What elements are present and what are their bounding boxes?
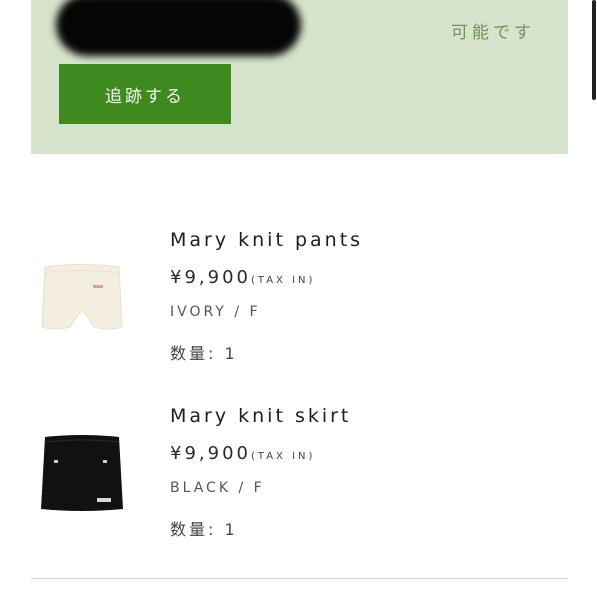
product-name[interactable]: Mary knit pants xyxy=(170,229,363,257)
product-variant: BLACK / F xyxy=(170,480,265,496)
tracking-panel: 可能です 追跡する xyxy=(31,0,568,154)
product-quantity: 数量: 1 xyxy=(170,344,238,363)
scrollbar-thumb[interactable] xyxy=(592,0,596,100)
product-name[interactable]: Mary knit skirt xyxy=(170,405,351,433)
tax-note: (TAX IN) xyxy=(250,451,316,462)
product-item: Mary knit skirt ¥9,900(TAX IN) BLACK / F… xyxy=(31,405,568,545)
product-variant: IVORY / F xyxy=(170,304,261,320)
price-value: ¥9,900 xyxy=(170,443,251,464)
product-quantity: 数量: 1 xyxy=(170,520,238,539)
divider xyxy=(31,578,568,579)
black-skirt-image[interactable] xyxy=(39,433,125,519)
product-info: Mary knit pants ¥9,900(TAX IN) IVORY / F… xyxy=(170,229,363,364)
availability-text: 可能です xyxy=(451,23,535,43)
product-item: Mary knit pants ¥9,900(TAX IN) IVORY / F… xyxy=(31,229,568,369)
ivory-shorts-image[interactable] xyxy=(39,261,125,345)
product-price: ¥9,900(TAX IN) xyxy=(170,267,363,295)
order-page: 可能です 追跡する Mary knit pants ¥9,900(TAX IN)… xyxy=(0,0,597,597)
scrollbar[interactable] xyxy=(591,0,597,597)
product-info: Mary knit skirt ¥9,900(TAX IN) BLACK / F… xyxy=(170,405,351,540)
redacted-text xyxy=(56,0,301,56)
track-button[interactable]: 追跡する xyxy=(59,64,231,124)
product-price: ¥9,900(TAX IN) xyxy=(170,443,351,471)
tax-note: (TAX IN) xyxy=(250,275,316,286)
price-value: ¥9,900 xyxy=(170,267,251,288)
